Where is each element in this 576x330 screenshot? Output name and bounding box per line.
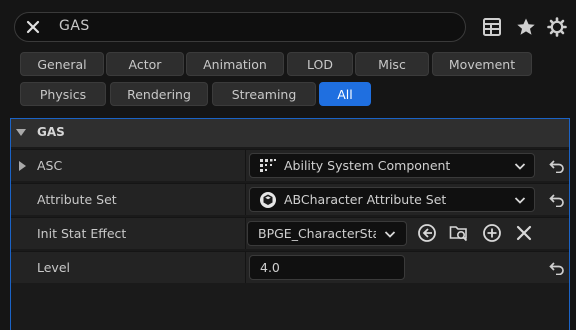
column-divider[interactable] bbox=[245, 150, 246, 181]
property-label: ASC bbox=[37, 158, 63, 173]
reset-to-default-icon[interactable] bbox=[549, 261, 565, 275]
clear-search-icon[interactable] bbox=[25, 19, 41, 35]
browse-asset-icon[interactable] bbox=[449, 223, 469, 243]
column-divider[interactable] bbox=[245, 252, 246, 283]
filter-streaming[interactable]: Streaming bbox=[212, 82, 316, 106]
search-input[interactable]: GAS bbox=[59, 18, 90, 34]
property-row-attribute-set: Attribute Set ABCharacter Attribute Set bbox=[11, 183, 569, 215]
chevron-down-icon bbox=[514, 163, 526, 170]
collapse-arrow-icon[interactable] bbox=[16, 129, 26, 136]
use-selected-asset-icon[interactable] bbox=[417, 223, 437, 243]
filter-general[interactable]: General bbox=[20, 52, 104, 76]
asc-dropdown[interactable]: Ability System Component bbox=[249, 153, 535, 178]
attribute-set-value: ABCharacter Attribute Set bbox=[284, 192, 447, 207]
asc-value: Ability System Component bbox=[284, 158, 451, 173]
property-label: Level bbox=[37, 260, 70, 275]
filter-misc[interactable]: Misc bbox=[355, 52, 429, 76]
details-panel: GAS ASC Ability System Component Attribu… bbox=[10, 118, 570, 330]
init-stat-effect-dropdown[interactable]: BPGE_CharacterStat bbox=[247, 221, 407, 246]
filter-all[interactable]: All bbox=[319, 82, 371, 106]
init-stat-effect-value: BPGE_CharacterStat bbox=[258, 226, 376, 241]
filter-physics[interactable]: Physics bbox=[20, 82, 106, 106]
property-label: Init Stat Effect bbox=[37, 226, 127, 241]
filter-lod[interactable]: LOD bbox=[287, 52, 353, 76]
clear-icon[interactable] bbox=[514, 223, 534, 243]
gear-icon[interactable] bbox=[547, 17, 567, 37]
level-value: 4.0 bbox=[260, 260, 280, 275]
filter-actor[interactable]: Actor bbox=[106, 52, 184, 76]
category-title: GAS bbox=[37, 125, 65, 139]
reset-to-default-icon[interactable] bbox=[549, 193, 565, 207]
add-icon[interactable] bbox=[482, 223, 502, 243]
property-row-asc: ASC Ability System Component bbox=[11, 149, 569, 181]
property-label: Attribute Set bbox=[37, 192, 117, 207]
filter-rendering[interactable]: Rendering bbox=[110, 82, 208, 106]
chevron-down-icon bbox=[384, 231, 396, 238]
reset-to-default-icon[interactable] bbox=[549, 159, 565, 173]
filter-movement[interactable]: Movement bbox=[432, 52, 532, 76]
category-header-gas[interactable]: GAS bbox=[11, 119, 569, 147]
column-divider[interactable] bbox=[245, 184, 246, 215]
property-row-init-stat-effect: Init Stat Effect BPGE_CharacterStat bbox=[11, 217, 569, 249]
table-view-icon[interactable] bbox=[482, 17, 502, 37]
object-cube-icon bbox=[260, 192, 276, 208]
filter-animation[interactable]: Animation bbox=[186, 52, 284, 76]
search-bar[interactable]: GAS bbox=[14, 12, 466, 42]
column-divider[interactable] bbox=[245, 218, 246, 249]
star-icon[interactable] bbox=[516, 17, 536, 37]
component-dots-icon bbox=[260, 159, 276, 172]
property-row-level: Level 4.0 bbox=[11, 251, 569, 283]
attribute-set-dropdown[interactable]: ABCharacter Attribute Set bbox=[249, 187, 535, 212]
chevron-down-icon bbox=[514, 197, 526, 204]
expand-arrow-icon[interactable] bbox=[19, 161, 26, 171]
level-input[interactable]: 4.0 bbox=[249, 255, 405, 280]
